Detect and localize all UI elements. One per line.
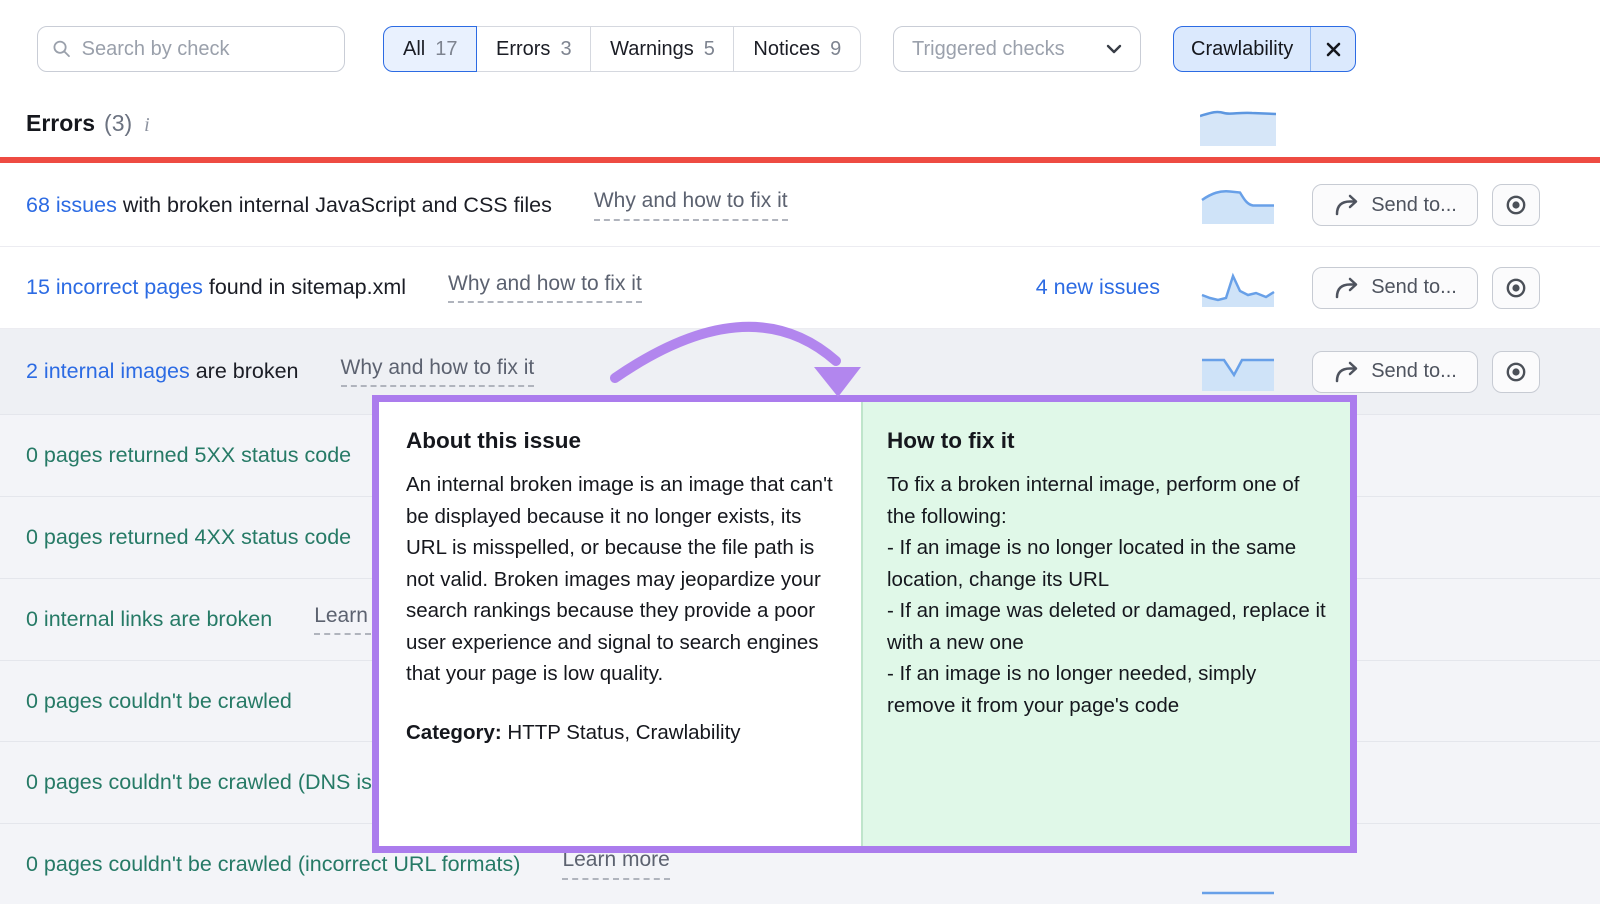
category-line: Category: HTTP Status, Crawlability: [406, 717, 835, 749]
send-to-label: Send to...: [1371, 360, 1457, 383]
search-input[interactable]: [82, 38, 330, 61]
trend-sparkline: [1200, 351, 1276, 393]
about-body: An internal broken image is an image tha…: [406, 469, 835, 690]
trend-sparkline-flat: [1200, 861, 1276, 903]
search-by-check-box[interactable]: [37, 26, 345, 72]
crawlability-filter-chip[interactable]: Crawlability: [1173, 26, 1356, 72]
about-this-issue-panel: About this issue An internal broken imag…: [379, 402, 861, 846]
category-label: Category:: [406, 721, 502, 744]
tab-notices[interactable]: Notices 9: [733, 26, 861, 72]
remove-filter-button[interactable]: [1310, 27, 1355, 71]
issue-row-sitemap-incorrect-pages[interactable]: 15 incorrect pages found in sitemap.xml …: [0, 246, 1600, 328]
issue-text: 0 pages couldn't be crawled (DNS issues): [26, 770, 424, 795]
issue-text: 0 pages couldn't be crawled: [26, 689, 292, 714]
hide-issue-button[interactable]: [1492, 184, 1540, 226]
fix-bullet: - If an image was deleted or damaged, re…: [887, 595, 1326, 658]
issue-text: 0 internal links are broken: [26, 607, 272, 632]
tab-notices-count: 9: [830, 38, 841, 61]
tab-notices-label: Notices: [753, 38, 820, 61]
issue-count-link[interactable]: 68 issues: [26, 193, 117, 217]
how-to-fix-panel: How to fix it To fix a broken internal i…: [861, 402, 1350, 846]
learn-more-link[interactable]: Learn more: [562, 848, 669, 879]
issue-text: 0 pages couldn't be crawled (incorrect U…: [26, 852, 520, 877]
info-icon[interactable]: i: [141, 114, 150, 137]
issue-text: 0 pages returned 5XX status code: [26, 443, 351, 468]
tab-errors-count: 3: [560, 38, 571, 61]
tab-all-label: All: [403, 38, 425, 61]
section-trend-sparkline: [1200, 104, 1276, 146]
tab-errors-label: Errors: [496, 38, 550, 61]
issue-text: 68 issues with broken internal JavaScrip…: [26, 193, 552, 218]
section-count: (3): [104, 110, 132, 137]
send-to-button[interactable]: Send to...: [1312, 184, 1478, 226]
send-arrow-icon: [1333, 194, 1360, 216]
fix-intro: To fix a broken internal image, perform …: [887, 469, 1326, 532]
fix-title: How to fix it: [887, 428, 1326, 454]
send-to-button[interactable]: Send to...: [1312, 351, 1478, 393]
why-how-to-fix-link[interactable]: Why and how to fix it: [448, 272, 642, 303]
issue-count-link[interactable]: 2 internal images: [26, 359, 190, 383]
trend-sparkline: [1200, 184, 1276, 226]
tab-warnings[interactable]: Warnings 5: [590, 26, 735, 72]
chevron-down-icon: [1106, 44, 1122, 54]
why-how-to-fix-link[interactable]: Why and how to fix it: [594, 189, 788, 220]
send-to-label: Send to...: [1371, 194, 1457, 217]
tab-warnings-count: 5: [704, 38, 715, 61]
hide-issue-button[interactable]: [1492, 351, 1540, 393]
trend-sparkline: [1200, 267, 1276, 309]
new-issues-link[interactable]: 4 new issues: [1020, 275, 1160, 300]
fix-bullet: - If an image is no longer needed, simpl…: [887, 658, 1326, 721]
triggered-checks-label: Triggered checks: [912, 38, 1065, 61]
send-to-label: Send to...: [1371, 276, 1457, 299]
tab-all-count: 17: [435, 38, 457, 61]
fix-bullet: - If an image is no longer located in th…: [887, 532, 1326, 595]
issue-description: are broken: [190, 359, 299, 383]
issue-description: found in sitemap.xml: [203, 275, 406, 299]
crawlability-chip-label: Crawlability: [1174, 27, 1310, 71]
tab-errors[interactable]: Errors 3: [476, 26, 592, 72]
eye-icon: [1504, 193, 1528, 217]
tab-warnings-label: Warnings: [610, 38, 694, 61]
issue-text: 2 internal images are broken: [26, 359, 299, 384]
site-audit-issues-page: All 17 Errors 3 Warnings 5 Notices 9 Tri…: [0, 0, 1600, 904]
send-to-button[interactable]: Send to...: [1312, 267, 1478, 309]
issue-row-broken-js-css[interactable]: 68 issues with broken internal JavaScrip…: [0, 164, 1600, 246]
issue-text: 0 pages returned 4XX status code: [26, 525, 351, 550]
close-icon: [1326, 42, 1341, 57]
section-title: Errors: [26, 110, 95, 137]
issue-text: 15 incorrect pages found in sitemap.xml: [26, 275, 406, 300]
issue-description: with broken internal JavaScript and CSS …: [117, 193, 552, 217]
category-value: HTTP Status, Crawlability: [502, 721, 741, 744]
errors-section-header: Errors (3) i: [26, 110, 150, 137]
issue-info-popup: About this issue An internal broken imag…: [372, 395, 1357, 853]
hide-issue-button[interactable]: [1492, 267, 1540, 309]
send-arrow-icon: [1333, 277, 1360, 299]
eye-icon: [1504, 360, 1528, 384]
tab-all[interactable]: All 17: [383, 26, 477, 72]
search-icon: [52, 38, 72, 60]
why-how-to-fix-link[interactable]: Why and how to fix it: [341, 356, 535, 387]
eye-icon: [1504, 276, 1528, 300]
issue-filter-tabs: All 17 Errors 3 Warnings 5 Notices 9: [383, 26, 861, 72]
issue-count-link[interactable]: 15 incorrect pages: [26, 275, 203, 299]
triggered-checks-dropdown[interactable]: Triggered checks: [893, 26, 1141, 72]
about-title: About this issue: [406, 428, 835, 454]
errors-severity-bar: [0, 157, 1600, 163]
send-arrow-icon: [1333, 361, 1360, 383]
